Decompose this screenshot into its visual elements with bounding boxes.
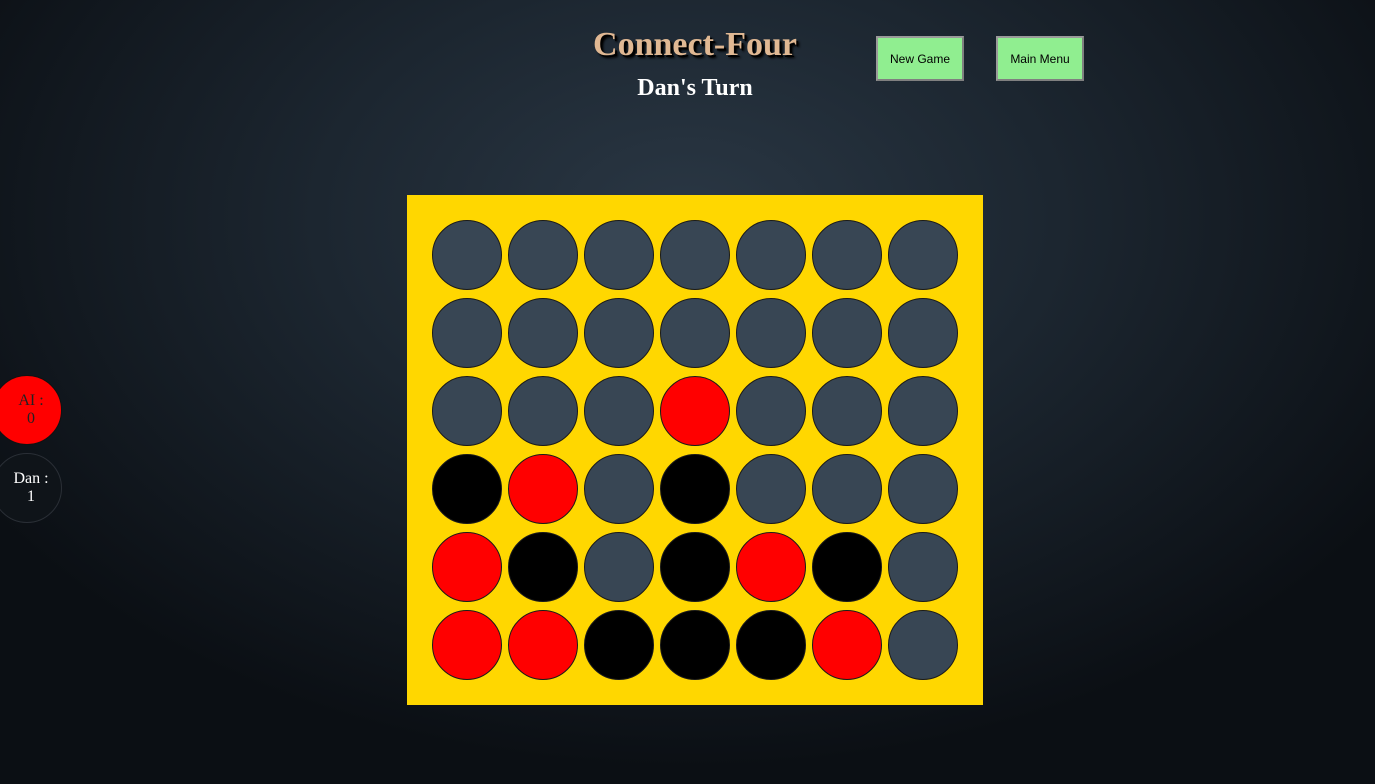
board-cell-black[interactable] bbox=[736, 610, 806, 680]
board-cell-red[interactable] bbox=[812, 610, 882, 680]
board-cell-empty[interactable] bbox=[584, 220, 654, 290]
board-cell-black[interactable] bbox=[660, 610, 730, 680]
board-cell-empty[interactable] bbox=[508, 220, 578, 290]
board-cell-red[interactable] bbox=[508, 610, 578, 680]
board-cell-empty[interactable] bbox=[888, 532, 958, 602]
board-cell-empty[interactable] bbox=[736, 298, 806, 368]
board-cell-empty[interactable] bbox=[812, 298, 882, 368]
board-cell-empty[interactable] bbox=[584, 298, 654, 368]
board-cell-red[interactable] bbox=[432, 610, 502, 680]
board-cell-black[interactable] bbox=[660, 532, 730, 602]
board-cell-black[interactable] bbox=[812, 532, 882, 602]
board-cell-empty[interactable] bbox=[888, 220, 958, 290]
board-cell-empty[interactable] bbox=[432, 376, 502, 446]
dan-score-label: Dan : bbox=[13, 470, 49, 487]
dan-score-value: 1 bbox=[27, 488, 35, 505]
board-cell-empty[interactable] bbox=[432, 220, 502, 290]
board-cell-empty[interactable] bbox=[812, 376, 882, 446]
board-cell-empty[interactable] bbox=[660, 298, 730, 368]
board-cell-black[interactable] bbox=[432, 454, 502, 524]
main-menu-button[interactable]: Main Menu bbox=[996, 36, 1084, 81]
board-cell-black[interactable] bbox=[508, 532, 578, 602]
board-cell-empty[interactable] bbox=[736, 376, 806, 446]
new-game-button[interactable]: New Game bbox=[876, 36, 964, 81]
board-cell-black[interactable] bbox=[660, 454, 730, 524]
board-cell-empty[interactable] bbox=[888, 610, 958, 680]
board-cell-black[interactable] bbox=[584, 610, 654, 680]
ai-score-label: AI : bbox=[18, 392, 44, 409]
board-cell-empty[interactable] bbox=[508, 376, 578, 446]
ai-score-value: 0 bbox=[27, 410, 35, 427]
board-cell-empty[interactable] bbox=[812, 454, 882, 524]
board-cell-empty[interactable] bbox=[812, 220, 882, 290]
board-cell-empty[interactable] bbox=[736, 220, 806, 290]
board-cell-red[interactable] bbox=[660, 376, 730, 446]
board-cell-empty[interactable] bbox=[508, 298, 578, 368]
board-cell-empty[interactable] bbox=[888, 298, 958, 368]
board-cell-empty[interactable] bbox=[888, 454, 958, 524]
board-cell-empty[interactable] bbox=[660, 220, 730, 290]
board-cell-empty[interactable] bbox=[432, 298, 502, 368]
dan-score-badge: Dan : 1 bbox=[0, 453, 62, 523]
board-cell-empty[interactable] bbox=[736, 454, 806, 524]
board-cell-empty[interactable] bbox=[888, 376, 958, 446]
game-title: Connect-Four bbox=[593, 26, 797, 63]
game-board[interactable] bbox=[407, 195, 983, 705]
turn-indicator: Dan's Turn bbox=[637, 75, 753, 101]
board-cell-empty[interactable] bbox=[584, 454, 654, 524]
board-cell-red[interactable] bbox=[432, 532, 502, 602]
ai-score-badge: AI : 0 bbox=[0, 375, 62, 445]
board-cell-red[interactable] bbox=[736, 532, 806, 602]
board-cell-empty[interactable] bbox=[584, 532, 654, 602]
board-cell-empty[interactable] bbox=[584, 376, 654, 446]
board-cell-red[interactable] bbox=[508, 454, 578, 524]
